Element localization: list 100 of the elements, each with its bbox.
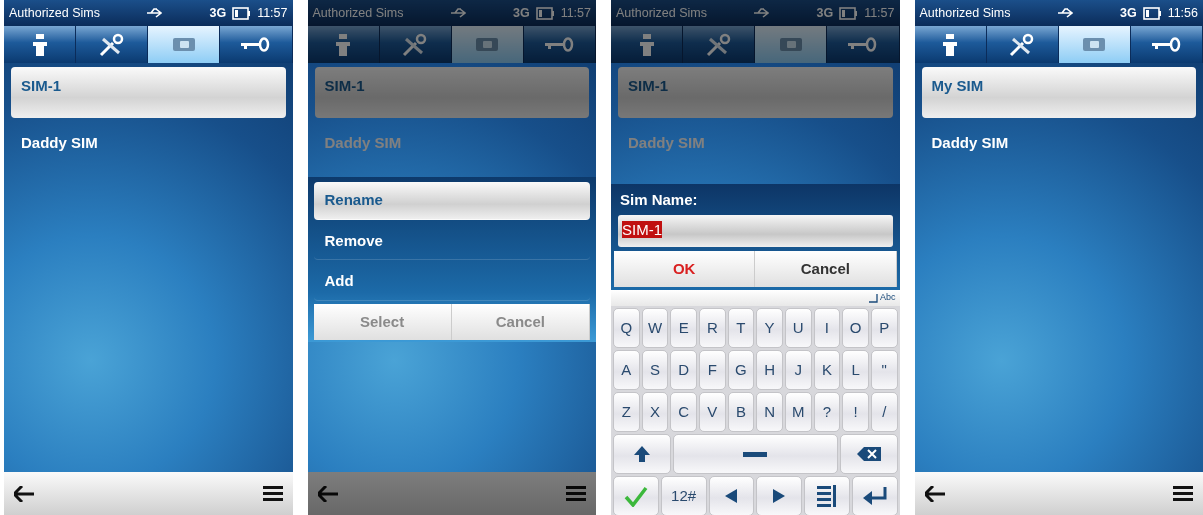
tab[interactable] bbox=[914, 26, 987, 63]
clock: 11:57 bbox=[257, 4, 288, 22]
clock: 11:57 bbox=[560, 4, 591, 22]
backspace-icon bbox=[856, 447, 881, 461]
network-indicator: 3G bbox=[1119, 4, 1137, 22]
shift-icon bbox=[633, 446, 650, 462]
keyboard-key[interactable]: ? bbox=[813, 392, 841, 432]
enter-icon bbox=[862, 487, 887, 505]
tab[interactable] bbox=[1058, 26, 1131, 63]
back-arrow-icon[interactable] bbox=[924, 485, 945, 502]
keyboard-key[interactable]: D bbox=[670, 350, 697, 390]
keyboard-key[interactable]: N bbox=[756, 392, 783, 432]
menu-icon[interactable] bbox=[1173, 486, 1193, 501]
keyboard-key[interactable]: V bbox=[698, 392, 726, 432]
clock: 11:57 bbox=[864, 4, 895, 22]
tab[interactable] bbox=[1130, 26, 1203, 63]
space-bar-icon bbox=[743, 451, 768, 457]
screen-title: Authorized Sims bbox=[616, 4, 707, 22]
keyboard-key[interactable] bbox=[804, 476, 850, 515]
keyboard-key[interactable]: G bbox=[727, 350, 755, 390]
list-item[interactable]: My SIM bbox=[921, 67, 1196, 118]
right-arrow-icon bbox=[773, 489, 786, 503]
info-icon bbox=[32, 33, 47, 56]
keyboard-key[interactable] bbox=[613, 434, 671, 474]
key-icon bbox=[1151, 37, 1181, 52]
dialog-button[interactable]: Cancel bbox=[755, 250, 897, 287]
screen-title: Authorized Sims bbox=[312, 4, 404, 22]
tools-icon bbox=[1009, 32, 1036, 57]
network-indicator: 3G bbox=[816, 4, 834, 22]
keyboard-key[interactable]: P bbox=[870, 308, 898, 348]
tab[interactable] bbox=[220, 26, 293, 63]
keyboard-key[interactable]: K bbox=[813, 350, 841, 390]
keyboard-key[interactable]: T bbox=[727, 308, 755, 348]
keyboard-key[interactable]: ! bbox=[842, 392, 869, 432]
keyboard-key[interactable]: B bbox=[727, 392, 755, 432]
keyboard-key[interactable] bbox=[851, 476, 898, 515]
network-indicator: 3G bbox=[209, 4, 227, 22]
back-arrow-icon[interactable] bbox=[14, 485, 34, 502]
keyboard-key[interactable]: C bbox=[670, 392, 697, 432]
checkmark-icon bbox=[623, 485, 648, 507]
sim-card-icon bbox=[171, 36, 196, 53]
battery-icon bbox=[535, 6, 555, 20]
keyboard-key[interactable]: A bbox=[613, 350, 640, 390]
name-input-field[interactable]: SIM-1 bbox=[618, 214, 893, 247]
keyboard-key[interactable]: S bbox=[641, 350, 669, 390]
keyboard-key[interactable]: Q bbox=[613, 308, 640, 348]
keyboard-key[interactable]: H bbox=[756, 350, 783, 390]
input-mode-icon bbox=[869, 293, 878, 303]
sim-card-icon bbox=[1082, 36, 1107, 53]
keyboard-key[interactable]: / bbox=[870, 392, 898, 432]
keyboard-key[interactable]: Y bbox=[756, 308, 783, 348]
keyboard-key[interactable]: Z bbox=[613, 392, 640, 432]
tools-icon bbox=[98, 32, 125, 57]
screen-title: Authorized Sims bbox=[919, 4, 1011, 22]
keyboard-key[interactable]: " bbox=[870, 350, 898, 390]
keyboard-key[interactable]: U bbox=[784, 308, 812, 348]
sim-card-icon bbox=[778, 36, 803, 53]
menu-item[interactable]: Add bbox=[313, 263, 590, 301]
tab[interactable] bbox=[148, 26, 221, 63]
key-icon bbox=[544, 37, 574, 52]
keyboard-key[interactable] bbox=[708, 476, 755, 515]
keyboard-key[interactable]: O bbox=[842, 308, 869, 348]
battery-icon bbox=[232, 6, 252, 20]
keyboard-key[interactable]: I bbox=[813, 308, 841, 348]
keyboard-key[interactable]: R bbox=[698, 308, 726, 348]
menu-item[interactable]: Remove bbox=[313, 222, 590, 260]
battery-icon bbox=[839, 6, 859, 20]
info-icon bbox=[639, 33, 654, 56]
keyboard-key[interactable]: E bbox=[670, 308, 697, 348]
tab[interactable] bbox=[76, 26, 149, 63]
keyboard-key[interactable]: F bbox=[698, 350, 726, 390]
keyboard-key[interactable]: X bbox=[641, 392, 669, 432]
tab[interactable] bbox=[986, 26, 1059, 63]
menu-icon[interactable] bbox=[262, 486, 283, 501]
info-icon bbox=[336, 33, 351, 56]
list-item[interactable]: Daddy SIM bbox=[921, 123, 1196, 174]
tab[interactable] bbox=[4, 26, 77, 63]
left-arrow-icon bbox=[725, 489, 738, 503]
screen-title: Authorized Sims bbox=[9, 4, 100, 22]
key-icon bbox=[241, 37, 271, 52]
text-lines-icon bbox=[817, 485, 837, 507]
keyboard-key[interactable]: L bbox=[842, 350, 869, 390]
keyboard-key[interactable]: W bbox=[641, 308, 669, 348]
input-mode: Abc bbox=[880, 291, 896, 305]
menu-item[interactable]: Rename bbox=[313, 182, 590, 220]
field-label: Sim Name: bbox=[619, 190, 699, 210]
key-icon bbox=[848, 37, 878, 52]
keyboard-key[interactable]: 12# bbox=[660, 476, 707, 515]
sim-card-icon bbox=[475, 36, 500, 53]
list-item[interactable]: SIM-1 bbox=[11, 67, 286, 118]
list-item[interactable]: Daddy SIM bbox=[11, 123, 286, 174]
tools-icon bbox=[705, 32, 732, 57]
keyboard-key[interactable]: J bbox=[784, 350, 812, 390]
dialog-button[interactable]: OK bbox=[614, 250, 756, 287]
keyboard-key[interactable]: M bbox=[784, 392, 812, 432]
info-icon bbox=[943, 33, 958, 56]
keyboard-key[interactable] bbox=[839, 434, 898, 474]
keyboard-key[interactable] bbox=[756, 476, 802, 515]
battery-icon bbox=[1142, 6, 1162, 20]
clock: 11:56 bbox=[1167, 4, 1198, 22]
